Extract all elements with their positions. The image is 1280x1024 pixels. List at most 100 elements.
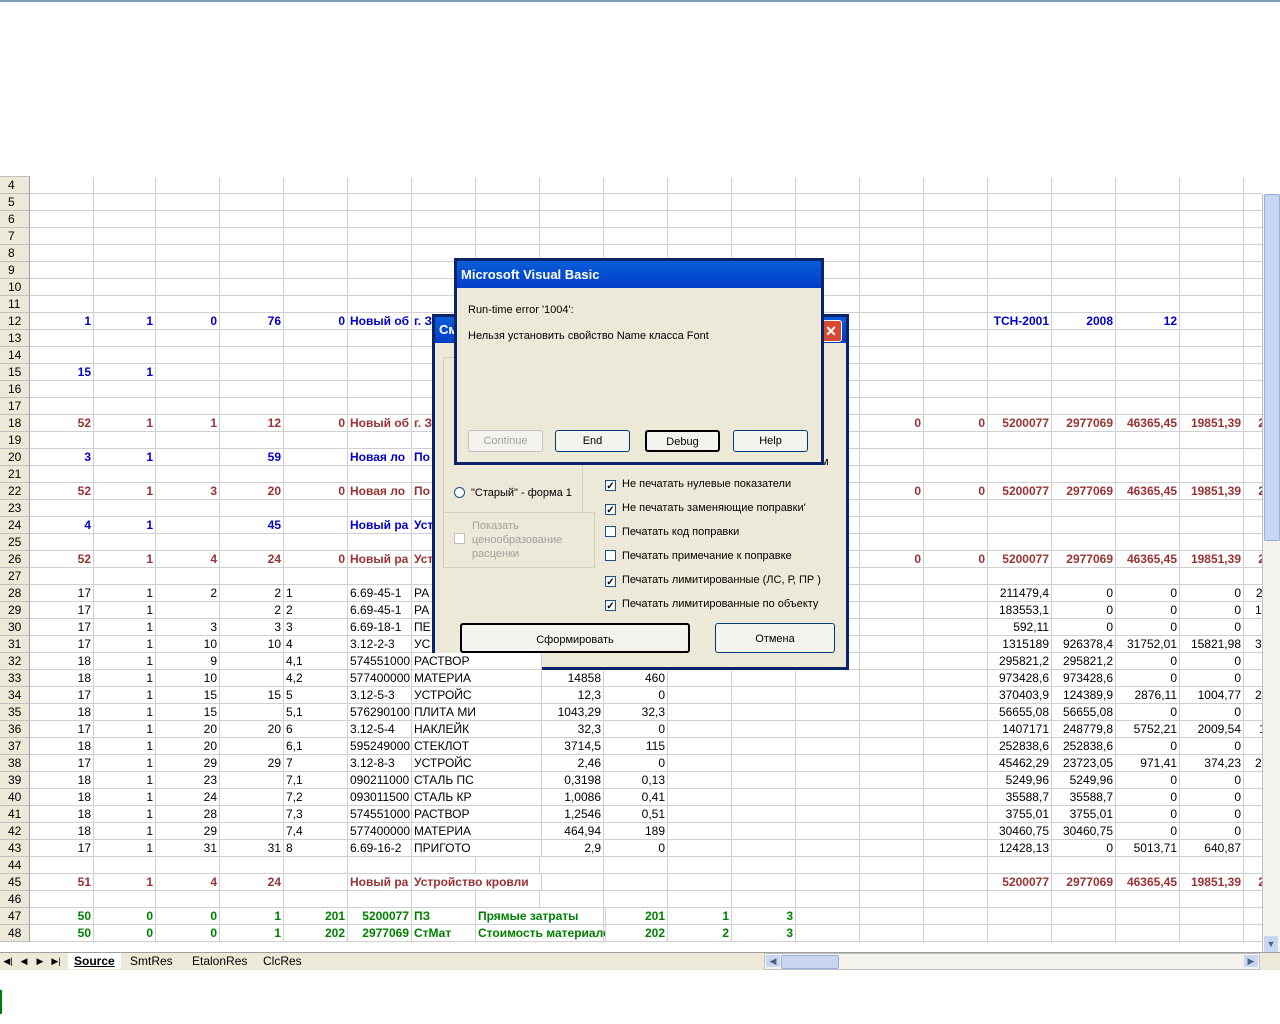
grid-cell[interactable]: 17: [30, 636, 94, 653]
grid-cell[interactable]: [1244, 262, 1262, 279]
grid-cell[interactable]: 4,2: [284, 670, 348, 687]
grid-cell[interactable]: [604, 194, 668, 211]
grid-cell[interactable]: ПРИГОТО: [412, 840, 542, 857]
row-header[interactable]: 4: [0, 177, 30, 194]
grid-cell[interactable]: 1: [220, 908, 284, 925]
grid-cell[interactable]: [284, 534, 348, 551]
grid-cell[interactable]: [924, 296, 988, 313]
grid-cell[interactable]: 28: [156, 806, 220, 823]
grid-cell[interactable]: [156, 432, 220, 449]
grid-cell[interactable]: [412, 211, 476, 228]
grid-cell[interactable]: [668, 891, 732, 908]
grid-cell[interactable]: [476, 211, 540, 228]
grid-cell[interactable]: [732, 211, 796, 228]
grid-cell[interactable]: 29: [156, 823, 220, 840]
row-header[interactable]: 17: [0, 398, 30, 415]
grid-cell[interactable]: 0: [860, 483, 924, 500]
grid-cell[interactable]: [988, 891, 1052, 908]
grid-cell[interactable]: [1180, 364, 1244, 381]
row-header[interactable]: 34: [0, 687, 30, 704]
grid-cell[interactable]: [860, 534, 924, 551]
grid-cell[interactable]: 0: [604, 721, 668, 738]
grid-cell[interactable]: 2176642: [1244, 483, 1262, 500]
grid-cell[interactable]: 18: [30, 789, 94, 806]
row-header[interactable]: 22: [0, 483, 30, 500]
grid-cell[interactable]: 15: [156, 687, 220, 704]
grid-cell[interactable]: [988, 228, 1052, 245]
grid-cell[interactable]: 1407171: [988, 721, 1052, 738]
grid-cell[interactable]: [348, 432, 412, 449]
grid-cell[interactable]: [1116, 500, 1180, 517]
row-header[interactable]: 42: [0, 823, 30, 840]
grid-cell[interactable]: [156, 449, 220, 466]
grid-cell[interactable]: 0: [1116, 704, 1180, 721]
grid-cell[interactable]: 183553,1: [988, 602, 1052, 619]
grid-cell[interactable]: [92, 432, 156, 449]
grid-cell[interactable]: [156, 194, 220, 211]
grid-cell[interactable]: [1116, 262, 1180, 279]
grid-cell[interactable]: 0: [284, 483, 348, 500]
checkbox-option-2[interactable]: ✓ Не печатать заменяющие поправки': [605, 501, 806, 516]
grid-cell[interactable]: 374,23: [1180, 755, 1244, 772]
grid-cell[interactable]: 19851,39: [1180, 874, 1244, 891]
grid-cell[interactable]: 1: [92, 806, 156, 823]
grid-cell[interactable]: [924, 891, 988, 908]
grid-cell[interactable]: [30, 211, 94, 228]
grid-cell[interactable]: [924, 619, 988, 636]
grid-cell[interactable]: 3: [156, 619, 220, 636]
grid-cell[interactable]: [1116, 296, 1180, 313]
grid-cell[interactable]: [220, 772, 284, 789]
grid-cell[interactable]: [348, 330, 412, 347]
grid-cell[interactable]: [348, 500, 412, 517]
grid-cell[interactable]: [1116, 466, 1180, 483]
grid-cell[interactable]: 248779,8: [1052, 721, 1116, 738]
grid-cell[interactable]: 6.69-45-1: [348, 602, 412, 619]
grid-cell[interactable]: [156, 466, 220, 483]
grid-cell[interactable]: 1: [92, 789, 156, 806]
grid-cell[interactable]: 15821,98: [1180, 636, 1244, 653]
grid-cell[interactable]: [924, 534, 988, 551]
grid-cell[interactable]: [284, 262, 348, 279]
grid-cell[interactable]: 0: [1180, 670, 1244, 687]
grid-cell[interactable]: 0: [1180, 738, 1244, 755]
grid-cell[interactable]: 10: [156, 636, 220, 653]
grid-cell[interactable]: [220, 432, 284, 449]
grid-cell[interactable]: [732, 687, 796, 704]
grid-cell[interactable]: [92, 296, 156, 313]
grid-cell[interactable]: [220, 789, 284, 806]
grid-cell[interactable]: 2: [284, 602, 348, 619]
grid-cell[interactable]: [156, 347, 220, 364]
grid-cell[interactable]: [924, 823, 988, 840]
grid-cell[interactable]: 1: [92, 721, 156, 738]
grid-cell[interactable]: 973428,6: [988, 670, 1052, 687]
grid-cell[interactable]: 3.12-5-4: [348, 721, 412, 738]
grid-cell[interactable]: [476, 194, 540, 211]
grid-cell[interactable]: 10: [220, 636, 284, 653]
grid-cell[interactable]: 0: [1180, 585, 1244, 602]
grid-cell[interactable]: 2977069: [348, 925, 412, 942]
grid-cell[interactable]: 0: [860, 551, 924, 568]
grid-cell[interactable]: [1052, 857, 1116, 874]
grid-cell[interactable]: [668, 789, 732, 806]
grid-cell[interactable]: 124389,9: [1052, 687, 1116, 704]
grid-cell[interactable]: [30, 857, 94, 874]
grid-cell[interactable]: [1180, 500, 1244, 517]
grid-cell[interactable]: [1180, 908, 1244, 925]
grid-cell[interactable]: [220, 568, 284, 585]
grid-cell[interactable]: [988, 177, 1052, 194]
grid-cell[interactable]: [92, 347, 156, 364]
grid-cell[interactable]: [924, 772, 988, 789]
grid-cell[interactable]: [540, 211, 604, 228]
grid-cell[interactable]: 14858: [540, 670, 604, 687]
row-header[interactable]: 7: [0, 228, 30, 245]
grid-cell[interactable]: [732, 806, 796, 823]
grid-cell[interactable]: [924, 177, 988, 194]
row-header[interactable]: 15: [0, 364, 30, 381]
grid-cell[interactable]: [156, 330, 220, 347]
grid-cell[interactable]: [30, 262, 94, 279]
grid-cell[interactable]: [796, 823, 860, 840]
grid-cell[interactable]: 0: [1244, 789, 1262, 806]
checkbox-option-1[interactable]: ✓ Не печатать нулевые показатели: [605, 477, 791, 492]
grid-cell[interactable]: [924, 517, 988, 534]
grid-cell[interactable]: 59: [220, 449, 284, 466]
